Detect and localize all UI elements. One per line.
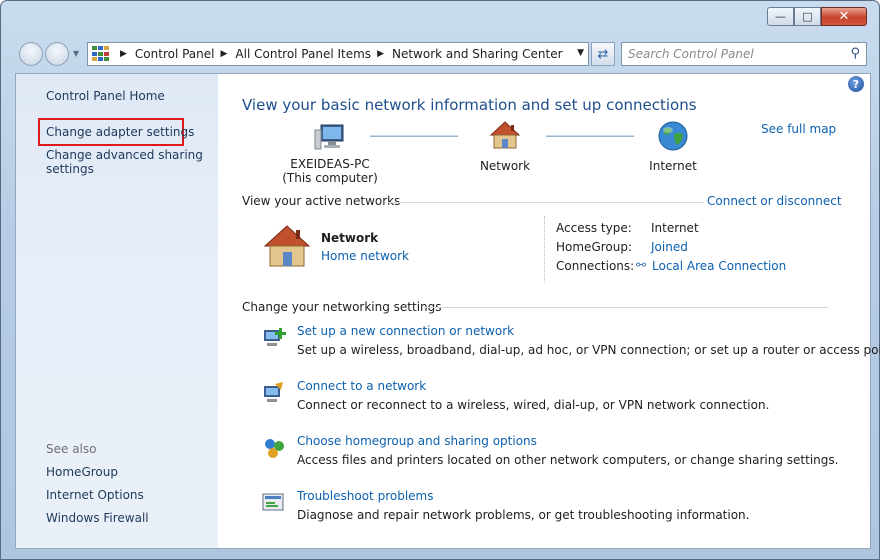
computer-name: EXEIDEAS-PC xyxy=(290,157,370,171)
sidebar-item-homegroup[interactable]: HomeGroup xyxy=(46,465,118,479)
troubleshoot-desc: Diagnose and repair network problems, or… xyxy=(297,508,750,522)
search-placeholder: Search Control Panel xyxy=(628,47,754,61)
sidebar-item-home[interactable]: Control Panel Home xyxy=(46,89,165,103)
chevron-right-icon[interactable]: ▶ xyxy=(120,49,127,59)
local-area-connection-link[interactable]: Local Area Connection xyxy=(652,259,786,273)
see-also-heading: See also xyxy=(46,442,97,456)
homegroup-sharing-link[interactable]: Choose homegroup and sharing options xyxy=(297,434,838,448)
caption-buttons: — □ ✕ xyxy=(767,7,867,26)
homegroup-sharing-desc: Access files and printers located on oth… xyxy=(297,453,839,467)
connect-network-link[interactable]: Connect to a network xyxy=(297,379,769,393)
help-icon[interactable]: ? xyxy=(848,76,864,92)
refresh-button[interactable]: ⇄ xyxy=(591,42,615,66)
map-node-computer[interactable]: EXEIDEAS-PC (This computer) xyxy=(270,122,390,185)
search-input[interactable]: Search Control Panel ⚲ xyxy=(621,42,867,66)
map-node-internet[interactable]: Internet xyxy=(638,120,708,173)
connect-disconnect-link[interactable]: Connect or disconnect xyxy=(707,194,842,208)
section-divider xyxy=(424,307,828,308)
homegroup-icon xyxy=(265,439,284,458)
network-label: Network xyxy=(479,159,531,173)
troubleshoot-link[interactable]: Troubleshoot problems xyxy=(297,489,749,503)
task-connect-network: Connect to a network Connect or reconnec… xyxy=(264,379,770,412)
task-setup-connection: Set up a new connection or network Set u… xyxy=(264,324,880,357)
connect-network-desc: Connect or reconnect to a wireless, wire… xyxy=(297,398,770,412)
ethernet-icon: ⚯ xyxy=(636,258,647,272)
control-panel-icon xyxy=(92,46,110,62)
sidebar-item-internet-options[interactable]: Internet Options xyxy=(46,488,144,502)
access-type-label: Access type: xyxy=(556,221,632,235)
map-connector xyxy=(546,135,634,137)
homegroup-label: HomeGroup: xyxy=(556,240,633,254)
active-network-name: Network xyxy=(321,231,379,245)
sidebar-item-change-adapter[interactable]: Change adapter settings xyxy=(46,125,194,139)
see-full-map-link[interactable]: See full map xyxy=(761,122,836,136)
homegroup-joined-link[interactable]: Joined xyxy=(651,240,688,254)
setup-connection-link[interactable]: Set up a new connection or network xyxy=(297,324,880,338)
section-divider xyxy=(388,202,704,203)
chevron-right-icon[interactable]: ▶ xyxy=(377,49,384,59)
page-title: View your basic network information and … xyxy=(242,96,697,114)
access-type-value: Internet xyxy=(651,221,699,235)
breadcrumb-all-items[interactable]: All Control Panel Items xyxy=(235,47,371,61)
active-network-house-icon xyxy=(262,224,312,271)
maximize-button[interactable]: □ xyxy=(794,7,821,26)
search-icon[interactable]: ⚲ xyxy=(850,46,860,61)
connections-label: Connections: xyxy=(556,259,635,273)
task-troubleshoot: Troubleshoot problems Diagnose and repai… xyxy=(262,489,750,522)
change-settings-heading: Change your networking settings xyxy=(242,300,442,314)
refresh-icon: ⇄ xyxy=(597,46,609,62)
map-connector xyxy=(370,135,458,137)
main-panel: ? View your basic network information an… xyxy=(218,74,880,548)
setup-connection-desc: Set up a wireless, broadband, dial-up, a… xyxy=(297,343,880,357)
map-node-network[interactable]: Network xyxy=(470,120,540,173)
breadcrumb-network-sharing[interactable]: Network and Sharing Center xyxy=(392,47,563,61)
troubleshoot-icon xyxy=(262,493,284,511)
chevron-right-icon[interactable]: ▶ xyxy=(221,49,228,59)
computer-icon xyxy=(314,124,344,150)
sidebar-item-windows-firewall[interactable]: Windows Firewall xyxy=(46,511,149,525)
network-connect-icon xyxy=(264,382,283,402)
house-icon xyxy=(489,121,521,149)
address-dropdown-icon[interactable]: ▼ xyxy=(577,48,584,58)
window: — □ ✕ ▼ ▶ Control Panel ▶ All Control Pa… xyxy=(0,0,880,560)
forward-button[interactable] xyxy=(45,42,69,66)
task-homegroup-sharing: Choose homegroup and sharing options Acc… xyxy=(265,434,839,467)
active-networks-heading: View your active networks xyxy=(242,194,401,208)
home-network-link[interactable]: Home network xyxy=(321,249,409,263)
minimize-button[interactable]: — xyxy=(767,7,794,26)
recent-pages-dropdown-icon[interactable]: ▼ xyxy=(73,49,79,58)
globe-icon xyxy=(658,121,688,151)
content-area: Control Panel Home Change adapter settin… xyxy=(15,73,880,549)
vertical-divider xyxy=(544,216,545,282)
close-button[interactable]: ✕ xyxy=(821,7,867,26)
back-button[interactable] xyxy=(19,42,43,66)
sidebar-item-change-sharing[interactable]: Change advanced sharing settings xyxy=(46,148,203,176)
computer-subtitle: (This computer) xyxy=(282,171,378,185)
sidebar: Control Panel Home Change adapter settin… xyxy=(16,74,218,548)
sidebar-item-label: Change advanced sharing xyxy=(46,148,203,162)
internet-label: Internet xyxy=(649,159,697,173)
network-add-icon xyxy=(264,328,286,346)
address-bar[interactable]: ▶ Control Panel ▶ All Control Panel Item… xyxy=(87,42,589,66)
breadcrumb-control-panel[interactable]: Control Panel xyxy=(135,47,215,61)
navigation-bar: ▼ ▶ Control Panel ▶ All Control Panel It… xyxy=(15,40,867,68)
sidebar-item-label: settings xyxy=(46,162,94,176)
